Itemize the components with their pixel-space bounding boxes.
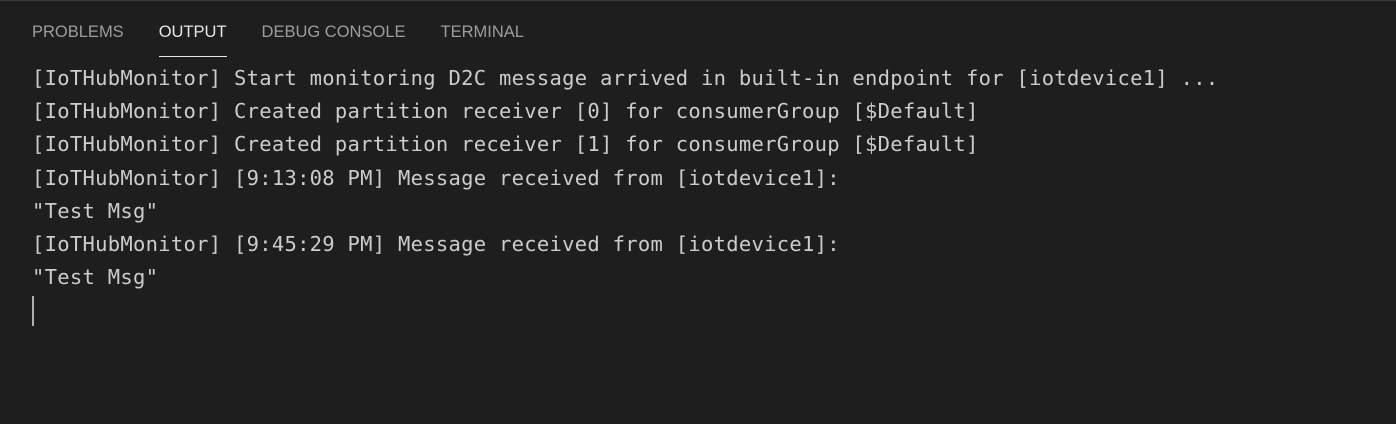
log-line: [IoTHubMonitor] Created partition receiv… [32,132,979,157]
text-cursor [32,296,34,327]
tab-debug-console[interactable]: DEBUG CONSOLE [262,1,406,57]
log-line: [IoTHubMonitor] [9:45:29 PM] Message rec… [32,231,840,256]
tab-problems[interactable]: PROBLEMS [32,1,124,57]
log-line: "Test Msg" [32,265,159,290]
tab-terminal[interactable]: TERMINAL [441,1,524,57]
tab-output[interactable]: OUTPUT [158,1,227,57]
log-line: "Test Msg" [32,198,159,223]
output-panel: PROBLEMS OUTPUT DEBUG CONSOLE TERMINAL [… [0,0,1396,424]
log-line: [IoTHubMonitor] Start monitoring D2C mes… [32,66,1219,90]
log-line: [IoTHubMonitor] [9:13:08 PM] Message rec… [32,165,840,190]
panel-tab-bar: PROBLEMS OUTPUT DEBUG CONSOLE TERMINAL [32,1,559,57]
log-line: [IoTHubMonitor] Created partition receiv… [32,99,979,124]
output-log[interactable]: [IoTHubMonitor] Start monitoring D2C mes… [32,62,1372,327]
